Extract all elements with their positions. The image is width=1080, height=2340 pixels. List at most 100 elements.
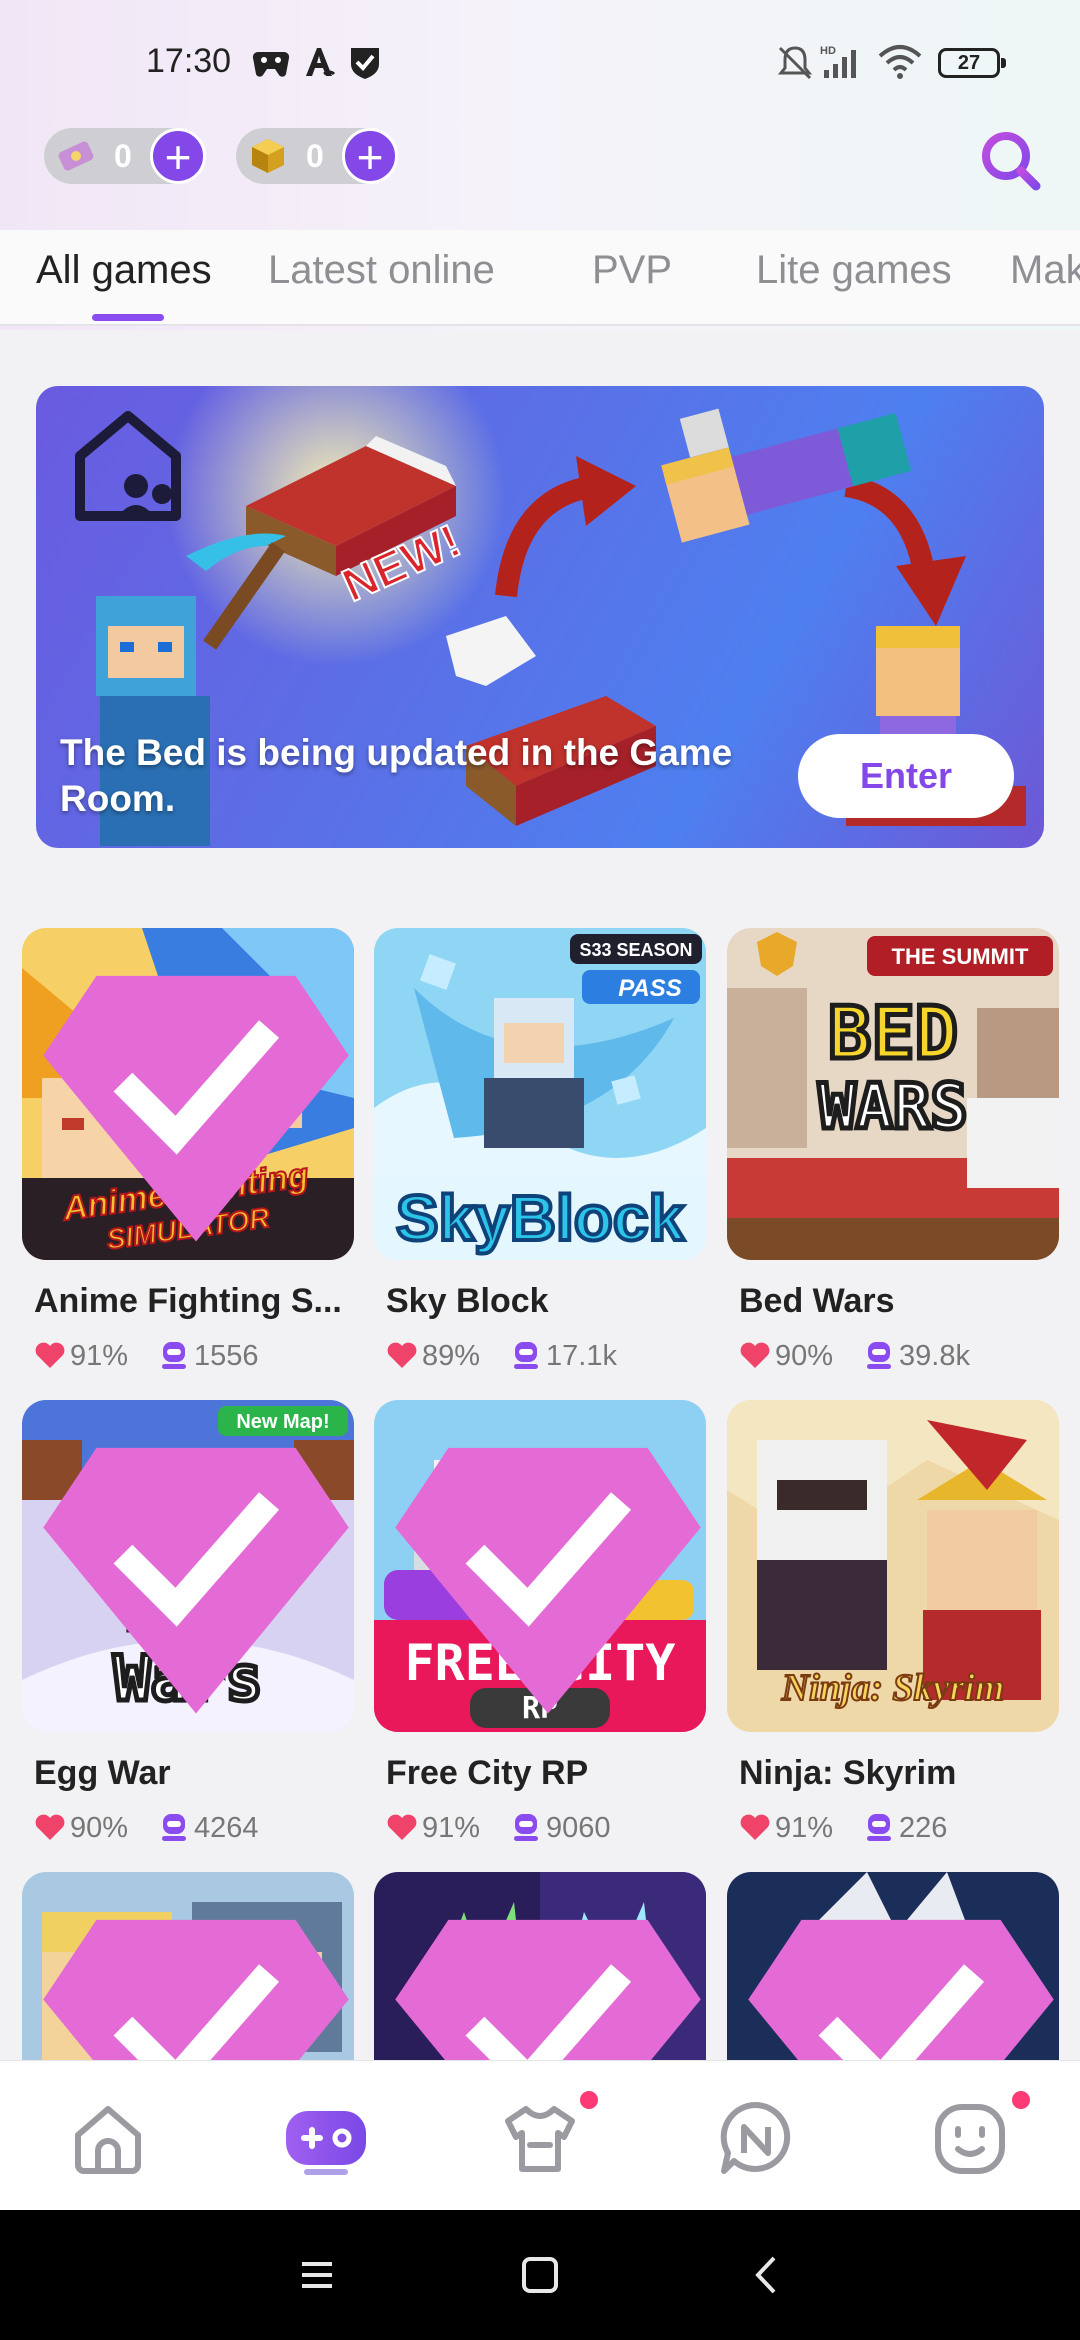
- game-stats: 90% 4264: [34, 1808, 354, 1848]
- player-icon: [867, 1814, 891, 1841]
- game-thumbnail[interactable]: Ninja: Skyrim: [727, 1400, 1059, 1732]
- home-square-icon[interactable]: [515, 2250, 565, 2300]
- wifi-icon: [878, 45, 922, 79]
- diamond-badge-icon: [43, 1447, 349, 1714]
- heart-icon: [35, 1342, 65, 1368]
- players-value: 226: [899, 1812, 948, 1844]
- rating-value: 90%: [775, 1340, 834, 1372]
- heart-icon: [740, 1814, 770, 1840]
- game-thumbnail[interactable]: [727, 1872, 1059, 2060]
- shield-check-icon: [351, 48, 379, 79]
- svg-text:S33 SEASON: S33 SEASON: [579, 940, 692, 960]
- game-thumbnail[interactable]: New Map! EGG Wars: [22, 1400, 354, 1732]
- players-value: 39.8k: [899, 1340, 970, 1372]
- tab-all-games[interactable]: All games: [36, 248, 212, 293]
- svg-text:WARS: WARS: [818, 1070, 967, 1143]
- game-thumbnail[interactable]: FREE CITY RP: [374, 1400, 706, 1732]
- game-card-free-city-rp[interactable]: FREE CITY RP Free City RP 91% 9060: [374, 1400, 706, 1880]
- player-icon: [867, 1342, 891, 1369]
- rating-value: 90%: [70, 1812, 129, 1844]
- ninja-skyrim-art: Ninja: Skyrim: [727, 1400, 1059, 1732]
- games-controller-icon[interactable]: [282, 2099, 370, 2179]
- rating-value: 91%: [70, 1340, 129, 1372]
- sky-block-art: S33 SEASON PASS SkyBlock: [374, 928, 706, 1260]
- diamond-badge-icon: [43, 1919, 349, 2060]
- game-title: Ninja: Skyrim: [739, 1754, 957, 1792]
- game-card-partial-2[interactable]: [374, 1872, 706, 2060]
- game-card-partial-1[interactable]: [22, 1872, 354, 2060]
- game-card-anime-fighting[interactable]: Anime Fighting SIMULATOR Anime Fighting …: [22, 928, 354, 1408]
- system-navigation-bar: [0, 2210, 1080, 2340]
- rating-stat: 89%: [386, 1336, 480, 1376]
- category-tabs: All games Latest online PVP Lite games M…: [0, 230, 1080, 326]
- game-card-bed-wars[interactable]: THE SUMMIT BED WARS Bed Wars 90% 39.8k: [727, 928, 1059, 1408]
- players-stat: 4264: [158, 1808, 259, 1848]
- tab-lite-games[interactable]: Lite games: [756, 248, 952, 293]
- game-thumbnail[interactable]: THE SUMMIT BED WARS: [727, 928, 1059, 1260]
- svg-text:THE SUMMIT: THE SUMMIT: [892, 944, 1029, 969]
- game-card-egg-war[interactable]: New Map! EGG Wars Egg War 90% 4264: [22, 1400, 354, 1880]
- ticket-icon: [58, 141, 94, 171]
- tab-latest-online[interactable]: Latest online: [268, 248, 495, 293]
- promo-banner[interactable]: NEW! The Bed is being updated in the Gam…: [36, 386, 1044, 848]
- tab-more[interactable]: Mak: [1010, 248, 1080, 293]
- bell-muted-icon: [777, 46, 813, 80]
- rating-stat: 91%: [386, 1808, 480, 1848]
- rating-stat: 91%: [739, 1808, 833, 1848]
- game-title: Bed Wars: [739, 1282, 895, 1320]
- banner-enter-button[interactable]: Enter: [798, 734, 1014, 818]
- add-tickets-button[interactable]: +: [150, 128, 206, 184]
- players-value: 17.1k: [546, 1340, 617, 1372]
- game-thumbnail[interactable]: S33 SEASON PASS SkyBlock: [374, 928, 706, 1260]
- svg-text:SkyBlock: SkyBlock: [396, 1182, 685, 1254]
- add-cubes-button[interactable]: +: [342, 128, 398, 184]
- game-title: Free City RP: [386, 1754, 589, 1792]
- game-card-ninja-skyrim[interactable]: Ninja: Skyrim Ninja: Skyrim 91% 226: [727, 1400, 1059, 1880]
- players-stat: 17.1k: [510, 1336, 617, 1376]
- active-tab-indicator: [92, 314, 164, 321]
- search-icon[interactable]: [976, 126, 1044, 194]
- status-bar: 17:30 HD 27: [0, 30, 1080, 100]
- profile-notification-dot: [1012, 2091, 1030, 2109]
- cubes-balance[interactable]: 0 +: [236, 128, 398, 184]
- players-value: 9060: [546, 1812, 611, 1844]
- game-thumbnail[interactable]: [374, 1872, 706, 2060]
- cubes-count: 0: [306, 138, 324, 174]
- players-value: 4264: [194, 1812, 259, 1844]
- game-thumbnail[interactable]: Anime Fighting SIMULATOR: [22, 928, 354, 1260]
- tickets-balance[interactable]: 0 +: [44, 128, 206, 184]
- players-stat: 39.8k: [863, 1336, 970, 1376]
- banner-title: The Bed is being updated in the Game Roo…: [60, 732, 733, 819]
- bed-wars-art: THE SUMMIT BED WARS: [727, 928, 1059, 1260]
- gold-cube-icon: [252, 139, 284, 173]
- svg-text:HD: HD: [820, 45, 836, 57]
- home-icon[interactable]: [68, 2099, 148, 2179]
- players-value: 1556: [194, 1340, 259, 1372]
- tab-pvp[interactable]: PVP: [592, 248, 672, 293]
- heart-icon: [387, 1814, 417, 1840]
- diamond-badge-icon: [43, 975, 349, 1242]
- heart-icon: [740, 1342, 770, 1368]
- rating-value: 91%: [775, 1812, 834, 1844]
- player-icon: [514, 1342, 538, 1369]
- heart-icon: [387, 1342, 417, 1368]
- game-card-partial-3[interactable]: [727, 1872, 1059, 2060]
- back-chevron-icon[interactable]: [742, 2250, 792, 2300]
- game-thumbnail[interactable]: [22, 1872, 354, 2060]
- game-controller-icon: [252, 51, 290, 77]
- menu-icon[interactable]: [292, 2250, 342, 2300]
- wardrobe-shirt-icon[interactable]: [500, 2099, 580, 2179]
- top-header: 17:30 HD 27 0 + 0 + All games Latest onl…: [0, 0, 1080, 330]
- svg-text:PASS: PASS: [618, 975, 682, 1002]
- game-title: Egg War: [34, 1754, 171, 1792]
- profile-face-icon[interactable]: [930, 2099, 1010, 2179]
- font-icon: [306, 48, 336, 76]
- game-card-sky-block[interactable]: S33 SEASON PASS SkyBlock Sky Block 89% 1…: [374, 928, 706, 1408]
- game-stats: 90% 39.8k: [739, 1336, 1059, 1376]
- rating-value: 91%: [422, 1812, 481, 1844]
- game-room-icon: [75, 411, 181, 521]
- player-icon: [162, 1342, 186, 1369]
- svg-text:Ninja: Skyrim: Ninja: Skyrim: [781, 1667, 1005, 1709]
- diamond-badge-icon: [748, 1919, 1054, 2060]
- news-icon[interactable]: [716, 2099, 796, 2179]
